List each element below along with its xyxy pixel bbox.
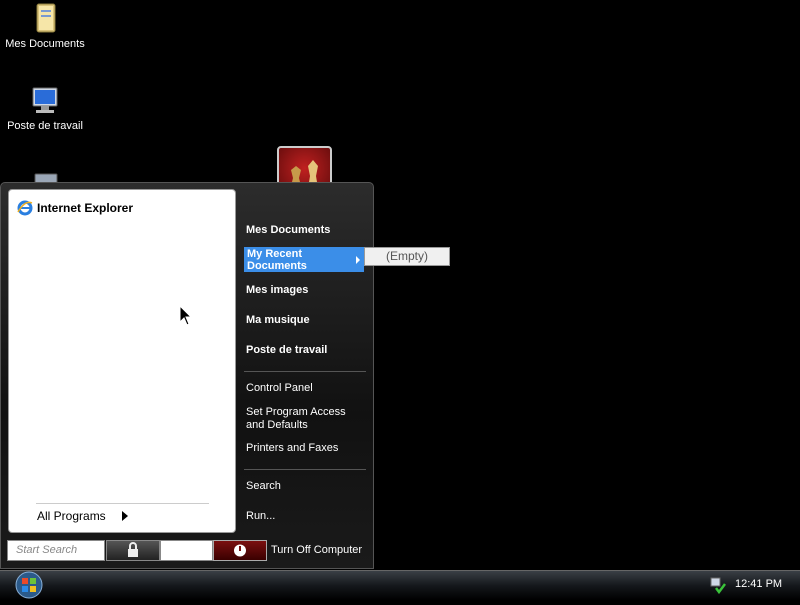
separator [244, 371, 366, 372]
start-item-label: My Recent Documents [247, 248, 307, 272]
pinned-item-internet-explorer[interactable]: Internet Explorer [17, 200, 133, 216]
start-menu-left-pane: Internet Explorer All Programs [8, 189, 236, 533]
pinned-item-label: Internet Explorer [37, 201, 134, 215]
network-status-icon[interactable] [709, 576, 727, 595]
start-item-mes-documents[interactable]: Mes Documents [246, 224, 330, 237]
taskbar-clock[interactable]: 12:41 PM [735, 578, 782, 590]
start-button[interactable] [11, 570, 47, 600]
desktop-icon-label: Mes Documents [5, 38, 85, 50]
desktop-icon-poste-de-travail[interactable]: Poste de travail [0, 84, 90, 132]
computer-icon [29, 84, 61, 116]
mouse-cursor-icon [179, 304, 193, 327]
all-programs-button[interactable]: All Programs [37, 509, 128, 523]
lock-icon [128, 542, 138, 557]
all-programs-label: All Programs [37, 509, 106, 523]
start-item-ma-musique[interactable]: Ma musique [246, 314, 310, 327]
internet-explorer-icon [17, 200, 33, 216]
start-search-input[interactable]: Start Search [7, 540, 105, 561]
recent-documents-submenu: (Empty) [364, 247, 450, 266]
turn-off-computer-label[interactable]: Turn Off Computer [271, 544, 362, 556]
start-item-search[interactable]: Search [246, 480, 281, 493]
desktop-icon-mes-documents[interactable]: Mes Documents [0, 2, 90, 50]
start-item-printers-and-faxes[interactable]: Printers and Faxes [246, 442, 338, 455]
start-item-mes-images[interactable]: Mes images [246, 284, 308, 297]
folder-documents-icon [29, 2, 61, 34]
separator [244, 469, 366, 470]
start-item-control-panel[interactable]: Control Panel [246, 382, 313, 395]
start-menu: Internet Explorer All Programs [0, 182, 374, 569]
start-item-my-recent-documents[interactable]: My Recent Documents [244, 247, 364, 272]
start-item-poste-de-travail[interactable]: Poste de travail [246, 344, 327, 357]
power-icon [234, 544, 246, 557]
arrow-right-icon [121, 511, 128, 521]
taskbar [0, 570, 800, 600]
blank-field [160, 540, 213, 561]
start-item-set-program-access[interactable]: Set Program Access and Defaults [246, 406, 356, 432]
desktop-icon-label: Poste de travail [7, 120, 83, 132]
lock-button[interactable] [106, 540, 160, 561]
submenu-item-empty: (Empty) [386, 249, 428, 263]
separator [36, 503, 209, 504]
windows-logo-icon [15, 571, 43, 599]
arrow-right-icon [356, 256, 360, 264]
power-button[interactable] [213, 540, 267, 561]
start-item-run[interactable]: Run... [246, 510, 275, 523]
